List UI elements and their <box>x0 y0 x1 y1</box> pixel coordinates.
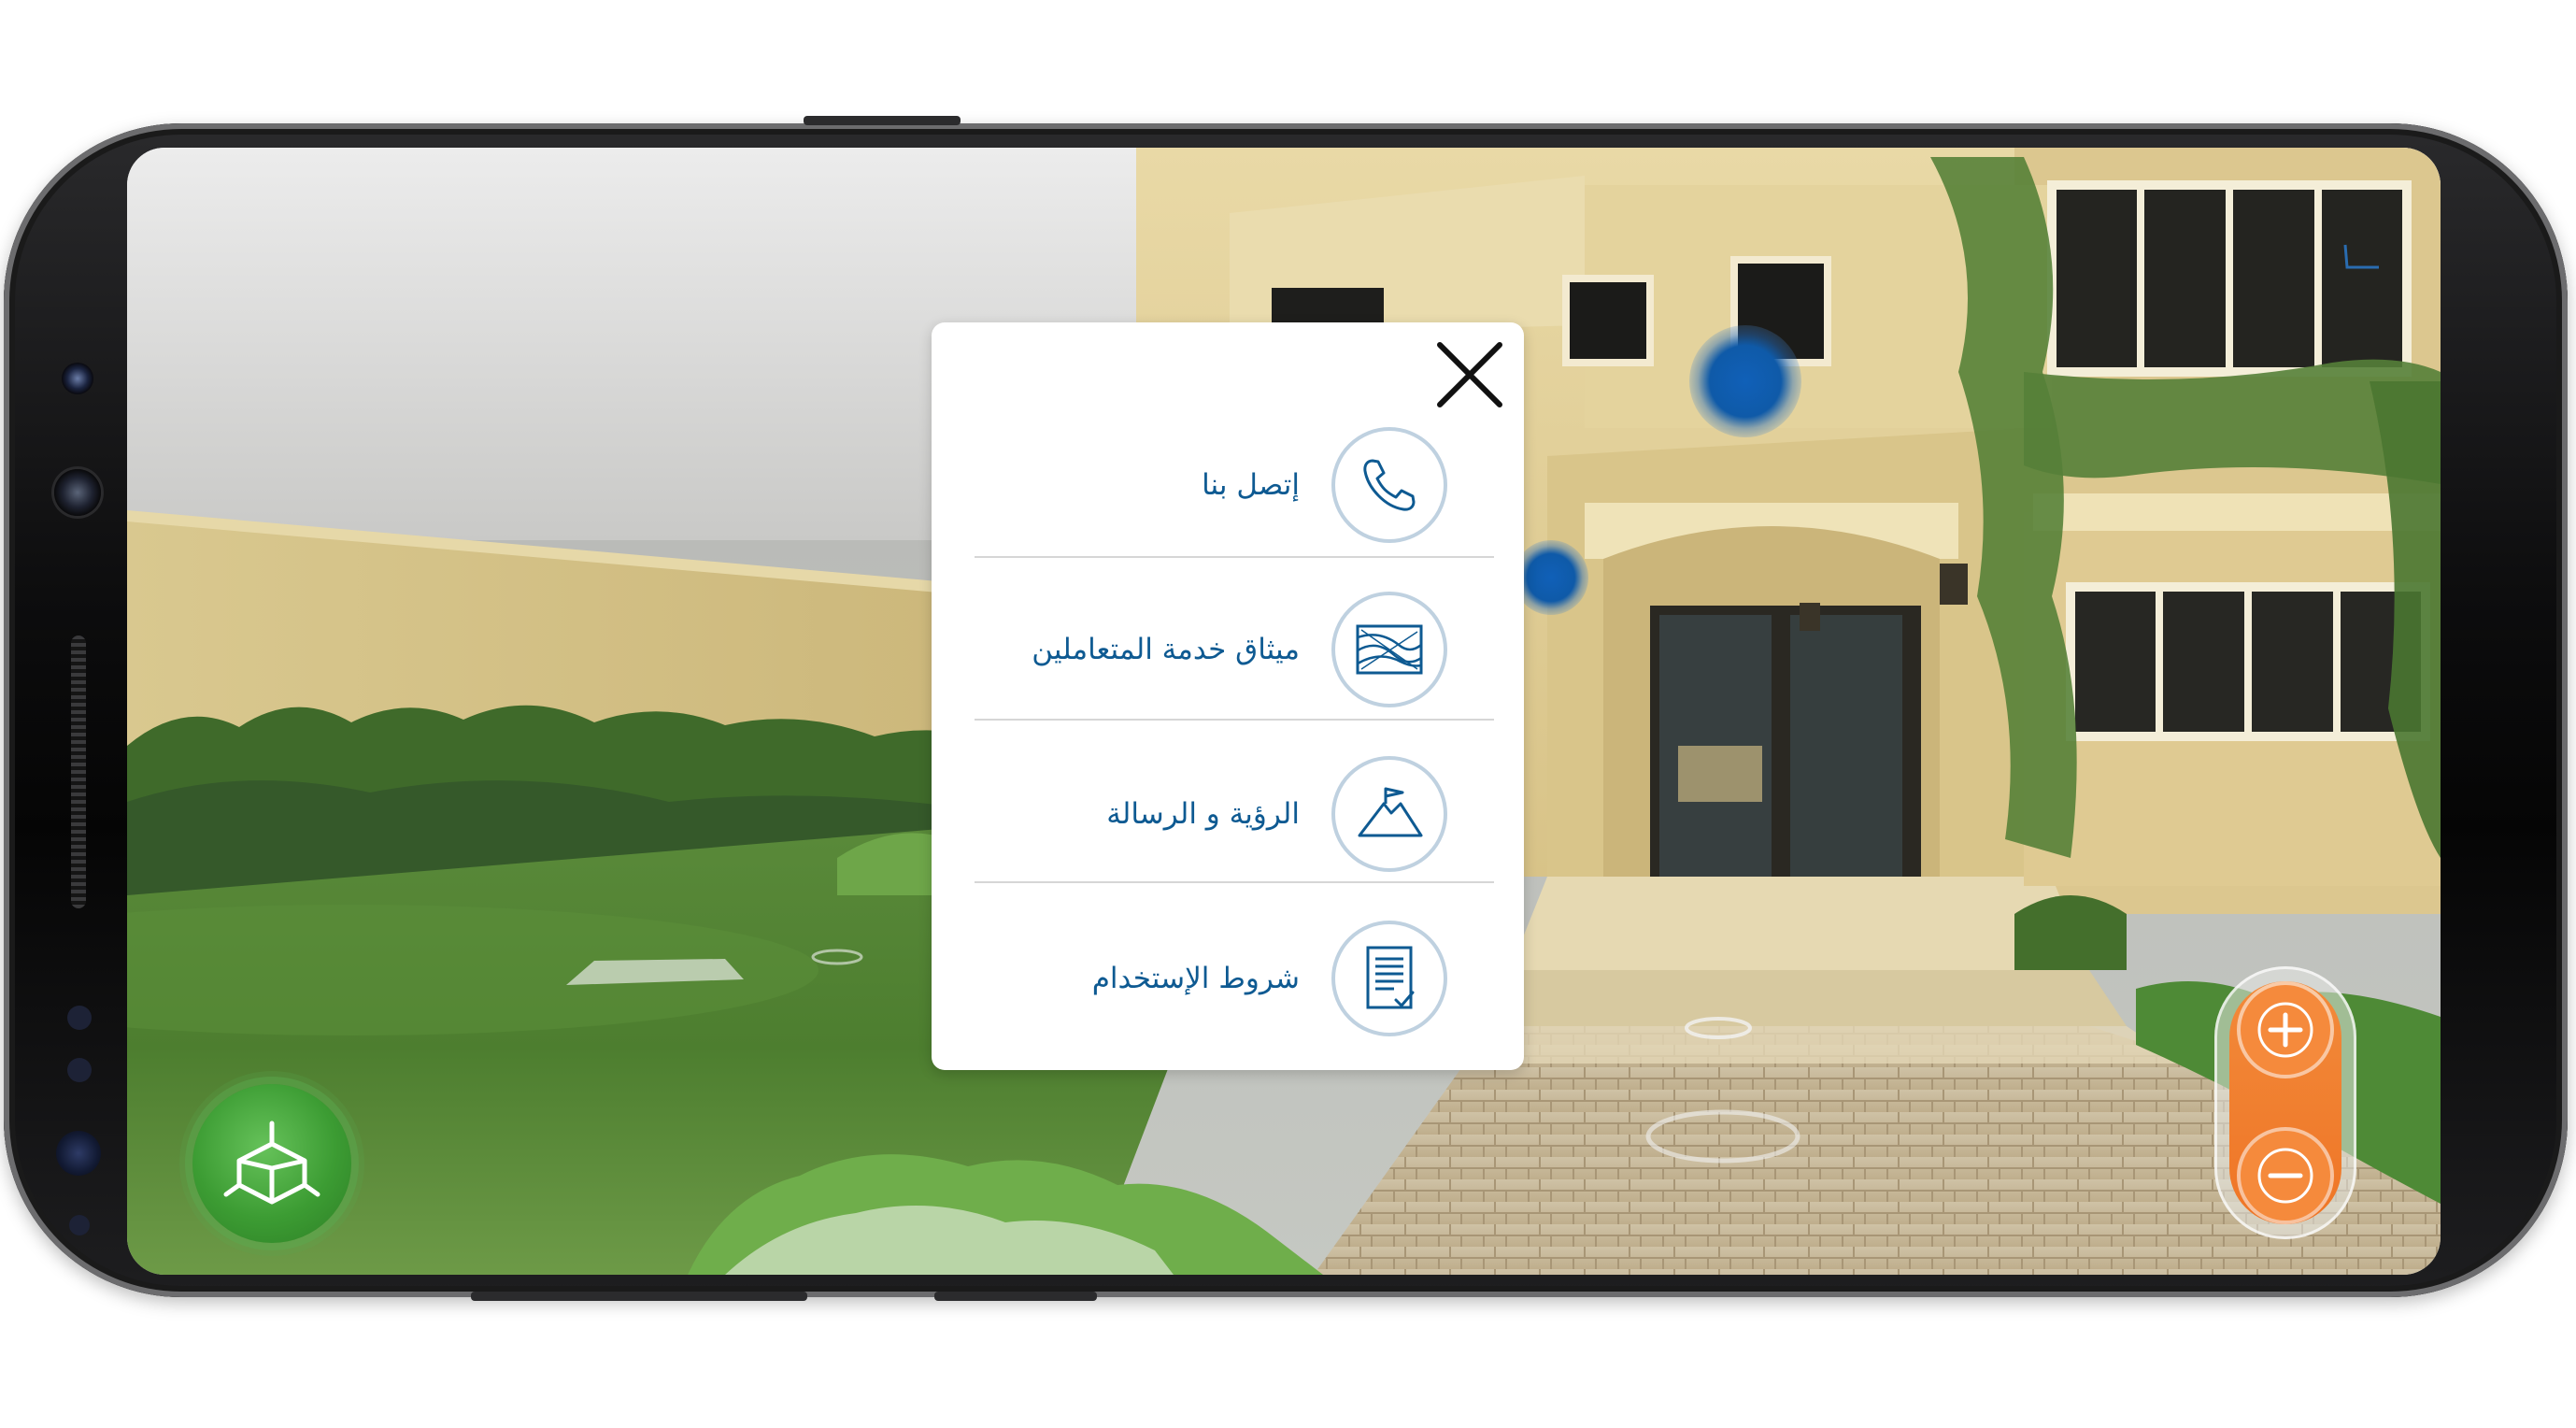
navigation-hotspot[interactable] <box>1514 540 1588 615</box>
bixby-key <box>934 1292 1097 1301</box>
plus-icon <box>2257 1002 2313 1058</box>
phone-icon <box>1331 427 1447 543</box>
minus-icon <box>2257 1148 2313 1204</box>
power-key <box>804 116 961 125</box>
speaker-grille <box>71 635 86 908</box>
camera-lens <box>62 363 93 394</box>
vision-mission-icon <box>1331 756 1447 872</box>
3d-view-button[interactable] <box>192 1084 351 1243</box>
zoom-in-button[interactable] <box>2241 985 2330 1075</box>
volume-key <box>471 1292 807 1301</box>
menu-item-contact-us[interactable]: إتصل بنا <box>975 390 1494 550</box>
menu-item-terms-of-use[interactable]: شروط الإستخدام <box>975 883 1494 1044</box>
camera-lens <box>54 469 101 516</box>
menu-item-label: شروط الإستخدام <box>1091 962 1300 995</box>
iris-sensor <box>56 1131 101 1176</box>
menu-item-label: إتصل بنا <box>1202 468 1300 502</box>
sensor <box>69 1215 90 1235</box>
sensor <box>67 1058 92 1082</box>
zoom-out-button[interactable] <box>2241 1131 2330 1221</box>
menu-item-label: ميثاق خدمة المتعاملين <box>1032 633 1300 666</box>
info-menu-popup: إتصل بنا ميثاق خدمة المتعاملين الرؤية و … <box>932 322 1524 1070</box>
menu-item-customer-charter[interactable]: ميثاق خدمة المتعاملين <box>975 554 1494 715</box>
navigation-hotspot[interactable] <box>1689 325 1801 437</box>
cube-3d-icon <box>223 1121 320 1205</box>
menu-item-label: الرؤية و الرسالة <box>1106 797 1300 831</box>
terms-document-icon <box>1331 921 1447 1036</box>
customer-charter-icon <box>1331 592 1447 707</box>
sensor <box>67 1006 92 1030</box>
menu-item-vision-mission[interactable]: الرؤية و الرسالة <box>975 719 1494 879</box>
